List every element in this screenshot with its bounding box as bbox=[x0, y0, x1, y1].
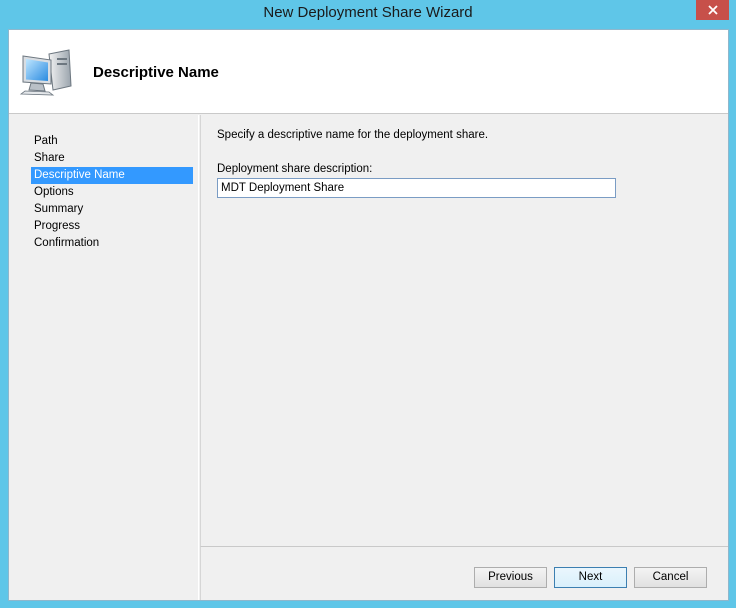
sidebar-item-summary[interactable]: Summary bbox=[31, 201, 193, 218]
next-button[interactable]: Next bbox=[554, 567, 627, 588]
wizard-footer: Previous Next Cancel bbox=[200, 546, 728, 600]
sidebar-item-options[interactable]: Options bbox=[31, 184, 193, 201]
wizard-client-area: Descriptive Name Path Share Descriptive Na… bbox=[8, 29, 729, 601]
description-label: Deployment share description: bbox=[217, 163, 373, 175]
instruction-text: Specify a descriptive name for the deplo… bbox=[217, 129, 489, 141]
window-title: New Deployment Share Wizard bbox=[263, 4, 473, 21]
previous-button[interactable]: Previous bbox=[474, 567, 547, 588]
wizard-steps-sidebar: Path Share Descriptive Name Options Summary P… bbox=[9, 115, 199, 600]
wizard-header: Descriptive Name bbox=[9, 30, 728, 114]
sidebar-item-share[interactable]: Share bbox=[31, 150, 193, 167]
title-bar[interactable]: New Deployment Share Wizard bbox=[0, 0, 736, 28]
page-title: Descriptive Name bbox=[93, 64, 219, 81]
wizard-window: New Deployment Share Wizard Descriptive … bbox=[0, 0, 736, 608]
wizard-content: Specify a descriptive name for the deplo… bbox=[200, 115, 728, 546]
sidebar-item-progress[interactable]: Progress bbox=[31, 218, 193, 235]
sidebar-item-confirmation[interactable]: Confirmation bbox=[31, 235, 193, 252]
close-icon bbox=[707, 5, 718, 15]
sidebar-item-descriptive-name[interactable]: Descriptive Name bbox=[31, 167, 193, 184]
close-button[interactable] bbox=[696, 0, 729, 20]
cancel-button[interactable]: Cancel bbox=[634, 567, 707, 588]
description-input[interactable] bbox=[217, 178, 616, 198]
sidebar-item-path[interactable]: Path bbox=[31, 133, 193, 150]
computer-icon bbox=[19, 49, 72, 96]
